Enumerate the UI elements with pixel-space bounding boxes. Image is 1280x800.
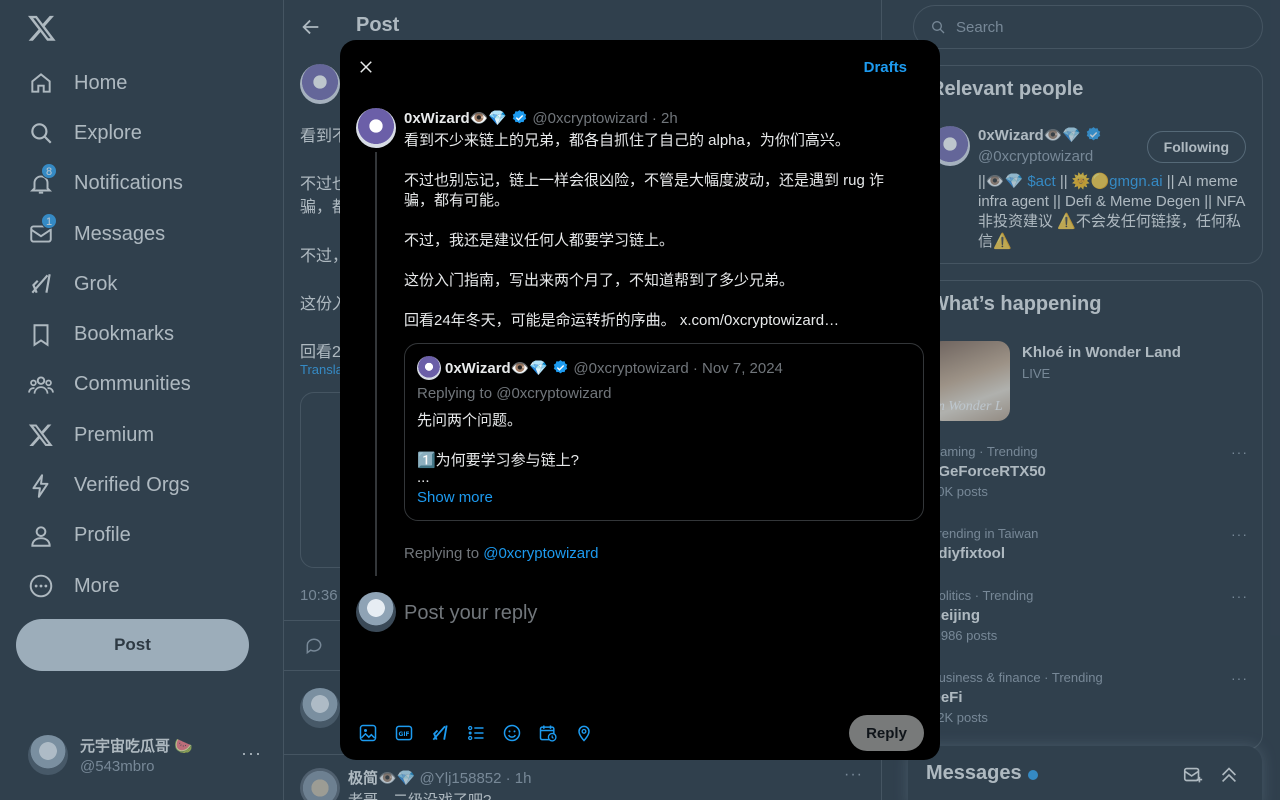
emoji-icon[interactable] [502,723,522,743]
tweet-link[interactable]: x.com/0xcryptowizard… [680,312,839,329]
avatar [417,356,441,380]
author-name[interactable]: 0xWizard👁️💎 [404,110,507,127]
thread-connector [375,152,377,576]
tweet-paragraph: 回看24年冬天，可能是命运转折的序曲。 x.com/0xcryptowizard… [404,311,910,331]
replying-to: Replying to @0xcryptowizard [404,545,598,562]
quote-text: 1️⃣为何要学习参与链上? [417,452,580,469]
replying-prefix: Replying to [404,545,484,562]
location-icon[interactable] [574,723,594,743]
reply-button[interactable]: Reply [849,715,924,751]
reply-input[interactable] [404,597,904,629]
drafts-button[interactable]: Drafts [864,59,907,76]
svg-text:GIF: GIF [399,732,410,738]
close-icon[interactable] [354,55,378,79]
quote-author-name: 0xWizard👁️💎 [445,360,549,377]
author-handle: @0xcryptowizard · 2h [532,110,678,127]
tweet-paragraph: 这份入门指南，写出来两个月了，不知道帮到了多少兄弟。 [404,272,795,289]
poll-icon[interactable] [466,723,486,743]
grok-icon[interactable] [430,723,450,743]
avatar[interactable] [356,108,396,148]
quote-text: 先问两个问题。 [417,412,523,429]
tweet-paragraph: 看到不少来链上的兄弟，都各自抓住了自己的 alpha，为你们高兴。 [404,132,850,149]
verified-badge-icon [513,110,527,124]
quote-author-handle: @0xcryptowizard · Nov 7, 2024 [573,360,783,377]
avatar [356,592,396,632]
tweet-text: 回看24年冬天，可能是命运转折的序曲。 [404,312,680,329]
schedule-icon[interactable] [538,723,558,743]
quote-replying-to: Replying to @0xcryptowizard [417,385,612,402]
verified-badge-icon [554,360,568,374]
quote-header: 0xWizard👁️💎 @0xcryptowizard · Nov 7, 202… [445,359,783,377]
replying-handle-link[interactable]: @0xcryptowizard [483,545,598,562]
quote-text: ... [417,469,430,486]
show-more-link[interactable]: Show more [417,489,493,506]
gif-icon[interactable]: GIF [394,723,414,743]
tweet-paragraph: 不过也别忘记，链上一样会很凶险，不管是大幅度波动，还是遇到 rug 诈骗，都有可… [404,172,885,209]
image-icon[interactable] [358,723,378,743]
compose-toolbar: GIF [358,723,610,743]
tweet-paragraph: 不过，我还是建议任何人都要学习链上。 [404,232,675,249]
reply-modal: Drafts 0xWizard👁️💎 @0xcryptowizard · 2h … [340,40,940,760]
tweet-header: 0xWizard👁️💎 @0xcryptowizard · 2h [404,109,678,127]
quoted-post-card[interactable]: 0xWizard👁️💎 @0xcryptowizard · Nov 7, 202… [404,343,924,521]
